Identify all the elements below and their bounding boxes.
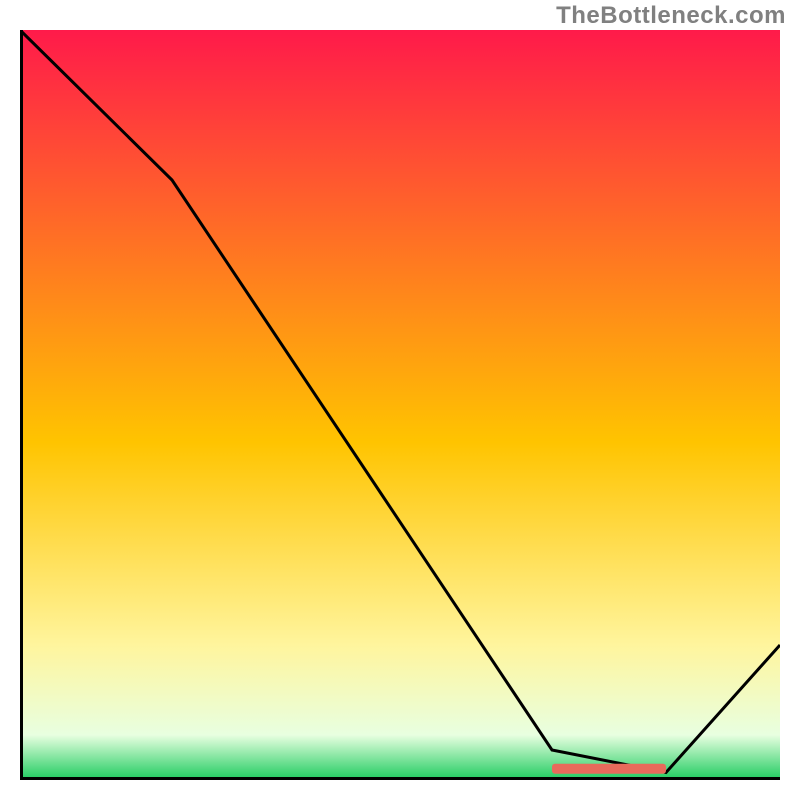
plot-area [20,30,780,780]
chart-container: TheBottleneck.com [0,0,800,800]
chart-svg [20,30,780,780]
minimum-marker [552,764,666,774]
watermark-text: TheBottleneck.com [556,2,786,30]
